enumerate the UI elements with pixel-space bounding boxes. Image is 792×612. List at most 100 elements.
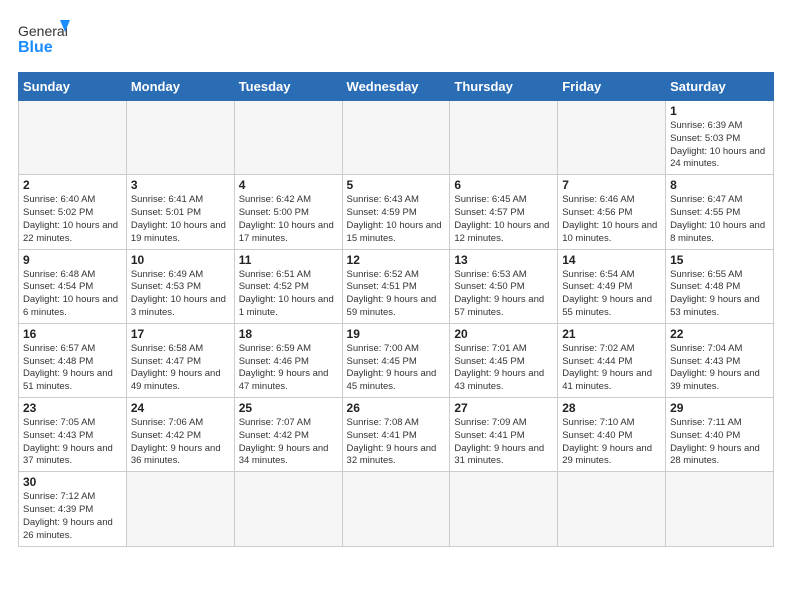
day-info: Sunrise: 6:53 AM Sunset: 4:50 PM Dayligh… [454,269,553,320]
weekday-friday: Friday [558,73,666,101]
calendar-cell [666,472,774,546]
day-info: Sunrise: 7:11 AM Sunset: 4:40 PM Dayligh… [670,417,769,468]
day-number: 20 [454,327,553,341]
week-row-3: 9Sunrise: 6:48 AM Sunset: 4:54 PM Daylig… [19,249,774,323]
day-number: 25 [239,401,338,415]
calendar-cell [19,101,127,175]
day-info: Sunrise: 6:42 AM Sunset: 5:00 PM Dayligh… [239,194,338,245]
day-number: 10 [131,253,230,267]
logo-svg: General Blue [18,18,70,62]
calendar: SundayMondayTuesdayWednesdayThursdayFrid… [18,72,774,547]
calendar-cell: 13 Sunrise: 6:53 AM Sunset: 4:50 PM Dayli… [450,249,558,323]
calendar-cell [126,101,234,175]
day-info: Sunrise: 6:40 AM Sunset: 5:02 PM Dayligh… [23,194,122,245]
day-info: Sunrise: 6:43 AM Sunset: 4:59 PM Dayligh… [347,194,446,245]
day-info: Sunrise: 7:07 AM Sunset: 4:42 PM Dayligh… [239,417,338,468]
day-number: 28 [562,401,661,415]
calendar-cell: 6Sunrise: 6:45 AM Sunset: 4:57 PM Daylig… [450,175,558,249]
header: General Blue [18,18,774,62]
calendar-cell: 18 Sunrise: 6:59 AM Sunset: 4:46 PM Dayli… [234,323,342,397]
calendar-cell: 22 Sunrise: 7:04 AM Sunset: 4:43 PM Dayli… [666,323,774,397]
calendar-cell: 5Sunrise: 6:43 AM Sunset: 4:59 PM Daylig… [342,175,450,249]
day-number: 17 [131,327,230,341]
day-info: Sunrise: 6:52 AM Sunset: 4:51 PM Dayligh… [347,269,446,320]
day-info: Sunrise: 6:46 AM Sunset: 4:56 PM Dayligh… [562,194,661,245]
logo: General Blue [18,18,70,62]
day-number: 22 [670,327,769,341]
day-info: Sunrise: 7:08 AM Sunset: 4:41 PM Dayligh… [347,417,446,468]
page: General Blue SundayMondayTuesdayWednesda… [0,0,792,612]
weekday-header-row: SundayMondayTuesdayWednesdayThursdayFrid… [19,73,774,101]
day-info: Sunrise: 7:12 AM Sunset: 4:39 PM Dayligh… [23,491,122,542]
day-info: Sunrise: 7:04 AM Sunset: 4:43 PM Dayligh… [670,343,769,394]
day-info: Sunrise: 6:51 AM Sunset: 4:52 PM Dayligh… [239,269,338,320]
calendar-cell: 9Sunrise: 6:48 AM Sunset: 4:54 PM Daylig… [19,249,127,323]
calendar-cell: 27 Sunrise: 7:09 AM Sunset: 4:41 PM Dayli… [450,398,558,472]
day-number: 24 [131,401,230,415]
day-info: Sunrise: 7:10 AM Sunset: 4:40 PM Dayligh… [562,417,661,468]
calendar-cell: 14 Sunrise: 6:54 AM Sunset: 4:49 PM Dayli… [558,249,666,323]
day-number: 9 [23,253,122,267]
calendar-cell [450,472,558,546]
calendar-cell: 24 Sunrise: 7:06 AM Sunset: 4:42 PM Dayli… [126,398,234,472]
day-number: 13 [454,253,553,267]
day-info: Sunrise: 7:09 AM Sunset: 4:41 PM Dayligh… [454,417,553,468]
calendar-cell: 11 Sunrise: 6:51 AM Sunset: 4:52 PM Dayli… [234,249,342,323]
day-number: 26 [347,401,446,415]
day-info: Sunrise: 7:06 AM Sunset: 4:42 PM Dayligh… [131,417,230,468]
week-row-2: 2Sunrise: 6:40 AM Sunset: 5:02 PM Daylig… [19,175,774,249]
day-info: Sunrise: 7:01 AM Sunset: 4:45 PM Dayligh… [454,343,553,394]
calendar-cell: 15 Sunrise: 6:55 AM Sunset: 4:48 PM Dayli… [666,249,774,323]
calendar-cell [234,472,342,546]
calendar-cell: 19Sunrise: 7:00 AM Sunset: 4:45 PM Dayli… [342,323,450,397]
day-number: 30 [23,475,122,489]
week-row-6: 30 Sunrise: 7:12 AM Sunset: 4:39 PM Dayli… [19,472,774,546]
day-info: Sunrise: 6:49 AM Sunset: 4:53 PM Dayligh… [131,269,230,320]
day-info: Sunrise: 6:59 AM Sunset: 4:46 PM Dayligh… [239,343,338,394]
day-number: 7 [562,178,661,192]
day-number: 27 [454,401,553,415]
day-number: 1 [670,104,769,118]
day-info: Sunrise: 6:54 AM Sunset: 4:49 PM Dayligh… [562,269,661,320]
svg-text:Blue: Blue [18,39,53,56]
day-info: Sunrise: 6:41 AM Sunset: 5:01 PM Dayligh… [131,194,230,245]
week-row-1: 1Sunrise: 6:39 AM Sunset: 5:03 PM Daylig… [19,101,774,175]
calendar-cell [342,472,450,546]
day-number: 23 [23,401,122,415]
weekday-saturday: Saturday [666,73,774,101]
calendar-cell: 2Sunrise: 6:40 AM Sunset: 5:02 PM Daylig… [19,175,127,249]
day-info: Sunrise: 6:47 AM Sunset: 4:55 PM Dayligh… [670,194,769,245]
day-number: 15 [670,253,769,267]
calendar-cell: 26 Sunrise: 7:08 AM Sunset: 4:41 PM Dayli… [342,398,450,472]
calendar-cell [558,472,666,546]
calendar-cell: 12Sunrise: 6:52 AM Sunset: 4:51 PM Dayli… [342,249,450,323]
calendar-cell: 25 Sunrise: 7:07 AM Sunset: 4:42 PM Dayli… [234,398,342,472]
day-info: Sunrise: 6:55 AM Sunset: 4:48 PM Dayligh… [670,269,769,320]
calendar-cell [342,101,450,175]
calendar-cell: 4 Sunrise: 6:42 AM Sunset: 5:00 PM Daylig… [234,175,342,249]
weekday-wednesday: Wednesday [342,73,450,101]
weekday-sunday: Sunday [19,73,127,101]
calendar-cell: 3Sunrise: 6:41 AM Sunset: 5:01 PM Daylig… [126,175,234,249]
day-number: 14 [562,253,661,267]
week-row-5: 23Sunrise: 7:05 AM Sunset: 4:43 PM Dayli… [19,398,774,472]
calendar-cell: 1Sunrise: 6:39 AM Sunset: 5:03 PM Daylig… [666,101,774,175]
calendar-cell: 23Sunrise: 7:05 AM Sunset: 4:43 PM Dayli… [19,398,127,472]
day-number: 8 [670,178,769,192]
calendar-cell [558,101,666,175]
week-row-4: 16Sunrise: 6:57 AM Sunset: 4:48 PM Dayli… [19,323,774,397]
day-number: 19 [347,327,446,341]
day-number: 11 [239,253,338,267]
svg-text:General: General [18,23,68,39]
day-number: 21 [562,327,661,341]
day-number: 4 [239,178,338,192]
weekday-monday: Monday [126,73,234,101]
day-number: 18 [239,327,338,341]
calendar-cell [126,472,234,546]
calendar-cell: 16Sunrise: 6:57 AM Sunset: 4:48 PM Dayli… [19,323,127,397]
calendar-cell: 10 Sunrise: 6:49 AM Sunset: 4:53 PM Dayli… [126,249,234,323]
calendar-cell: 30 Sunrise: 7:12 AM Sunset: 4:39 PM Dayli… [19,472,127,546]
calendar-cell: 28 Sunrise: 7:10 AM Sunset: 4:40 PM Dayli… [558,398,666,472]
calendar-cell: 29 Sunrise: 7:11 AM Sunset: 4:40 PM Dayli… [666,398,774,472]
day-number: 29 [670,401,769,415]
